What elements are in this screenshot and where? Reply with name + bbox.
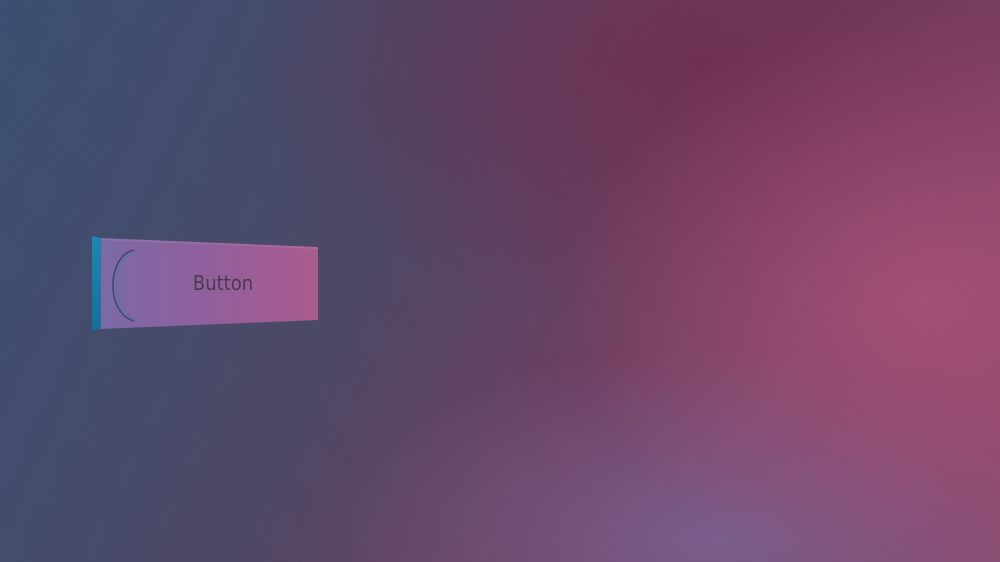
button-side-edge xyxy=(92,236,101,331)
button-widget[interactable]: Button xyxy=(92,236,318,331)
button-label[interactable]: Button xyxy=(191,271,256,295)
